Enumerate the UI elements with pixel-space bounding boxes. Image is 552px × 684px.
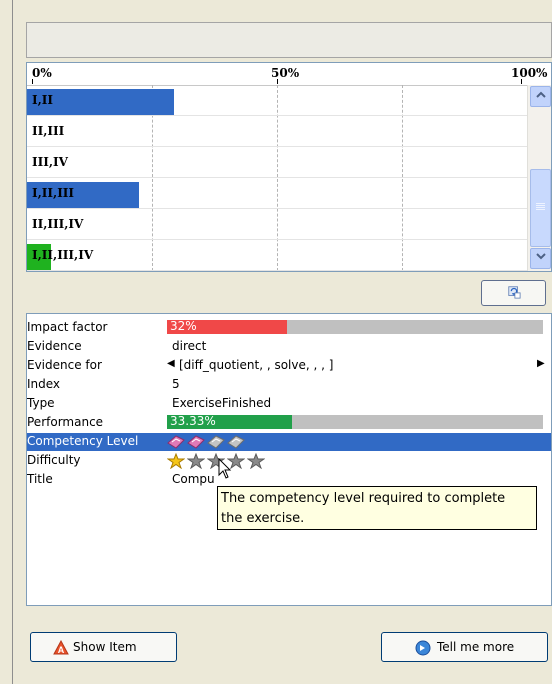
gem-icon (187, 435, 205, 449)
gem-icon (207, 435, 225, 449)
chart-row[interactable]: II,III (27, 116, 527, 147)
tooltip: The competency level required to complet… (217, 486, 537, 530)
chart-scrollbar[interactable] (527, 85, 551, 271)
performance-value: 33.33% (170, 414, 216, 428)
refresh-button[interactable] (481, 280, 546, 306)
chart-rows: I,II II,III III,IV I,II,III II,III,IV I,II,II… (27, 85, 527, 271)
category-label: I,II,III (32, 186, 75, 200)
chevron-down-icon (535, 253, 546, 260)
chart-row[interactable]: I,II (27, 85, 527, 116)
property-name: Type (27, 396, 55, 410)
tick-label: 50% (271, 66, 300, 80)
title-value: Compu (172, 472, 215, 486)
gem-icon (167, 435, 185, 449)
impact-factor-value: 32% (170, 319, 197, 333)
gem-icon (227, 435, 245, 449)
chart-row[interactable]: I,II,III,IV (27, 240, 527, 271)
category-label: I,II,III,IV (32, 248, 94, 262)
property-name: Difficulty (27, 453, 81, 467)
star-icon (187, 453, 205, 469)
row-separator (27, 270, 527, 271)
category-label: II,III,IV (32, 217, 84, 231)
type-value: ExerciseFinished (172, 396, 272, 410)
performance-bar: 33.33% (167, 414, 543, 429)
competency-chart: 0% 50% 100% I,II II,III III,IV I,II,III II,I… (26, 62, 552, 272)
tick-mark (277, 79, 278, 84)
chart-axis: 0% 50% 100% (27, 63, 551, 86)
scroll-up-button[interactable] (530, 86, 551, 107)
mouse-cursor-icon (218, 458, 232, 479)
scroll-down-button[interactable] (530, 248, 551, 269)
refresh-icon (508, 286, 521, 299)
category-label: II,III (32, 124, 65, 138)
category-label: I,II (32, 93, 54, 107)
info-globe-icon (415, 640, 431, 656)
row-performance[interactable]: Performance 33.33% (27, 414, 551, 432)
warning-icon: A (53, 640, 69, 655)
svg-text:A: A (58, 645, 65, 655)
tick-label: 0% (32, 66, 52, 80)
chart-row[interactable]: II,III,IV (27, 209, 527, 240)
tell-me-more-label: Tell me more (437, 640, 515, 654)
property-name: Evidence (27, 339, 82, 353)
show-item-button[interactable]: A Show Item (30, 632, 177, 662)
star-icon (167, 453, 185, 469)
index-value: 5 (172, 377, 180, 391)
property-name: Title (27, 472, 53, 486)
tick-label: 100% (511, 66, 548, 80)
chevron-up-icon (535, 91, 546, 98)
chart-row[interactable]: III,IV (27, 147, 527, 178)
row-evidence-for[interactable]: Evidence for ◀ [diff_quotient, , solve, … (27, 357, 551, 375)
row-type[interactable]: Type ExerciseFinished (27, 395, 551, 413)
tell-me-more-button[interactable]: Tell me more (381, 632, 548, 662)
evidence-for-value: [diff_quotient, , solve, , , ] (179, 358, 334, 372)
property-name: Impact factor (27, 320, 108, 334)
property-name: Evidence for (27, 358, 102, 372)
properties-table: Impact factor 32% Evidence direct Eviden… (26, 313, 552, 606)
chart-row[interactable]: I,II,III (27, 178, 527, 209)
scroll-thumb[interactable] (530, 169, 551, 247)
show-item-label: Show Item (73, 640, 137, 654)
top-toolbar (26, 22, 552, 58)
star-icon (247, 453, 265, 469)
row-evidence[interactable]: Evidence direct (27, 338, 551, 356)
tooltip-line: The competency level required to complet… (221, 491, 506, 506)
impact-factor-bar: 32% (167, 319, 543, 334)
evidence-value: direct (172, 339, 207, 353)
row-impact-factor[interactable]: Impact factor 32% (27, 319, 551, 337)
arrow-right-icon[interactable]: ▶ (537, 358, 545, 369)
tooltip-line: the exercise. (221, 511, 305, 526)
tick-mark (32, 79, 33, 84)
row-difficulty[interactable]: Difficulty (27, 452, 551, 470)
category-label: III,IV (32, 155, 68, 169)
row-index[interactable]: Index 5 (27, 376, 551, 394)
property-name: Index (27, 377, 61, 391)
tick-mark (521, 79, 522, 84)
property-name: Performance (27, 415, 104, 429)
property-name: Competency Level (27, 434, 139, 448)
arrow-left-icon[interactable]: ◀ (167, 358, 175, 369)
row-competency-level[interactable]: Competency Level (27, 433, 551, 451)
